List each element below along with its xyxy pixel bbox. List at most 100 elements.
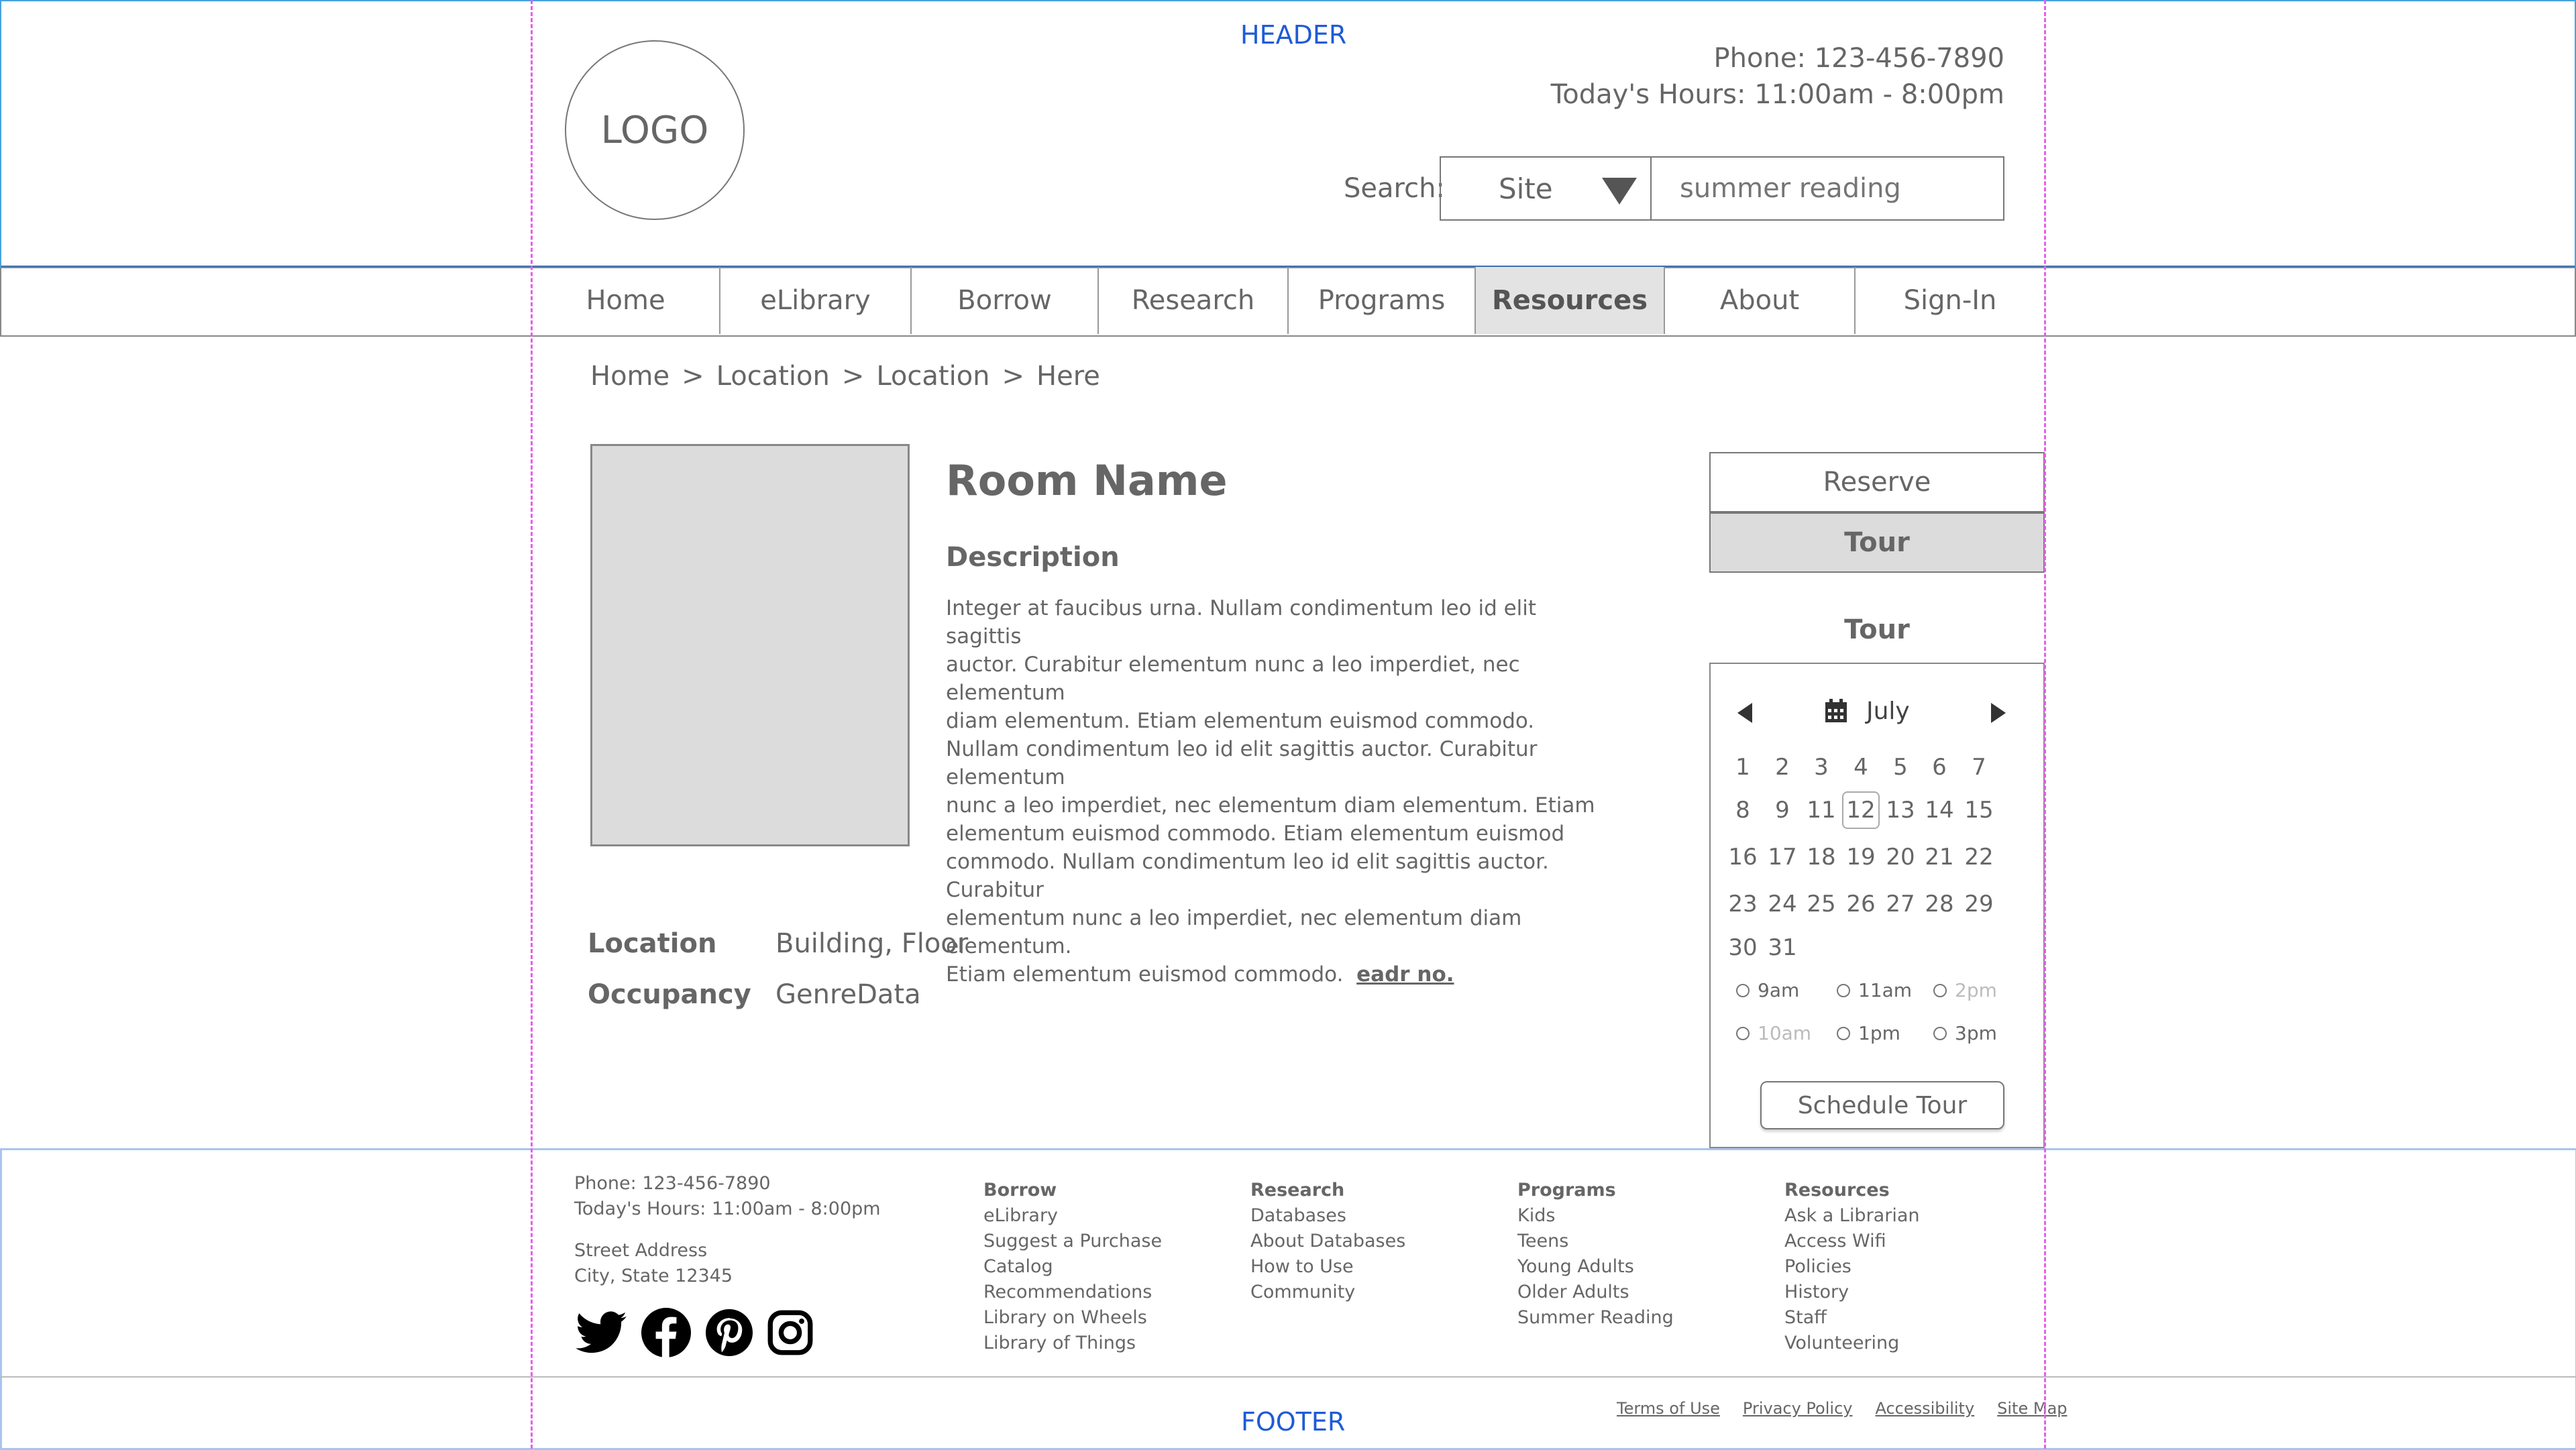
terms-of-use-link[interactable]: Terms of Use (1617, 1399, 1720, 1418)
tour-button[interactable]: Tour (1709, 512, 2045, 573)
calendar-day[interactable]: 17 (1764, 838, 1801, 876)
footer-link[interactable]: eLibrary (983, 1203, 1162, 1229)
logo[interactable]: LOGO (565, 40, 745, 220)
calendar-day[interactable]: 25 (1803, 885, 1840, 923)
calendar-day[interactable]: 5 (1882, 748, 1919, 786)
calendar-day[interactable]: 26 (1842, 885, 1880, 923)
calendar-day-selected[interactable]: 12 (1842, 791, 1880, 829)
footer-link[interactable]: Access Wifi (1784, 1229, 1919, 1254)
nav-item-borrow[interactable]: Borrow (912, 267, 1099, 334)
radio-button[interactable] (1736, 983, 1750, 997)
footer-link[interactable]: Kids (1517, 1203, 1674, 1229)
calendar-day[interactable]: 9 (1764, 791, 1801, 829)
accessibility-link[interactable]: Accessibility (1875, 1399, 1974, 1418)
next-month-icon[interactable] (1991, 703, 2006, 723)
footer-link[interactable]: How to Use (1250, 1254, 1405, 1280)
calendar-day[interactable]: 24 (1764, 885, 1801, 923)
search-scope-select[interactable]: Site (1440, 156, 1652, 221)
prev-month-icon[interactable] (1737, 703, 1752, 723)
calendar-day[interactable]: 28 (1921, 885, 1958, 923)
footer-link[interactable]: Suggest a Purchase (983, 1229, 1162, 1254)
nav-item-about[interactable]: About (1665, 267, 1856, 334)
breadcrumb-item[interactable]: Location (716, 361, 830, 392)
read-more-link[interactable]: eadr no. (1356, 962, 1454, 987)
footer-link[interactable]: Databases (1250, 1203, 1405, 1229)
breadcrumb-item[interactable]: Home (590, 361, 669, 392)
nav-item-home[interactable]: Home (532, 267, 720, 334)
footer-link[interactable]: Recommendations (983, 1280, 1162, 1305)
calendar-day[interactable]: 4 (1842, 748, 1880, 786)
calendar-day[interactable]: 1 (1724, 748, 1762, 786)
footer-link[interactable]: Volunteering (1784, 1331, 1919, 1356)
calendar-day[interactable]: 15 (1960, 791, 1998, 829)
calendar-day[interactable]: 20 (1882, 838, 1919, 876)
calendar-day[interactable]: 13 (1882, 791, 1919, 829)
calendar-day[interactable]: 29 (1960, 885, 1998, 923)
footer-hours: Today's Hours: 11:00am - 8:00pm (574, 1198, 881, 1219)
calendar-day[interactable]: 14 (1921, 791, 1958, 829)
calendar-day[interactable]: 11 (1803, 791, 1840, 829)
time-slot-label: 9am (1758, 979, 1800, 1001)
twitter-icon[interactable] (576, 1311, 627, 1357)
legal-links: Terms of Use Privacy Policy Accessibilit… (1617, 1399, 2068, 1418)
footer-link[interactable]: Community (1250, 1280, 1405, 1305)
footer-phone: Phone: 123-456-7890 (574, 1173, 771, 1194)
calendar-day[interactable]: 16 (1724, 838, 1762, 876)
calendar-day[interactable]: 23 (1724, 885, 1762, 923)
privacy-policy-link[interactable]: Privacy Policy (1743, 1399, 1853, 1418)
time-slot-3pm[interactable]: 3pm (1933, 1022, 1997, 1044)
schedule-tour-button[interactable]: Schedule Tour (1760, 1081, 2004, 1129)
header-hours: Today's Hours: 11:00am - 8:00pm (1550, 79, 2004, 110)
calendar-day[interactable]: 21 (1921, 838, 1958, 876)
pinterest-icon[interactable] (706, 1309, 753, 1359)
nav-item-programs[interactable]: Programs (1289, 267, 1476, 334)
nav-item-research[interactable]: Research (1099, 267, 1289, 334)
footer-link[interactable]: Staff (1784, 1305, 1919, 1331)
footer-column-resources: Resources Ask a Librarian Access Wifi Po… (1784, 1178, 1919, 1356)
nav-item-elibrary[interactable]: eLibrary (720, 267, 912, 334)
time-slot-11am[interactable]: 11am (1837, 979, 1912, 1001)
radio-button[interactable] (1933, 1026, 1947, 1040)
footer-link[interactable]: About Databases (1250, 1229, 1405, 1254)
footer-link[interactable]: History (1784, 1280, 1919, 1305)
calendar-day[interactable]: 18 (1803, 838, 1840, 876)
calendar-day[interactable]: 22 (1960, 838, 1998, 876)
site-map-link[interactable]: Site Map (1997, 1399, 2067, 1418)
footer-link[interactable]: Older Adults (1517, 1280, 1674, 1305)
calendar-day[interactable]: 6 (1921, 748, 1958, 786)
footer-link[interactable]: Library on Wheels (983, 1305, 1162, 1331)
footer-link[interactable]: Catalog (983, 1254, 1162, 1280)
footer-link[interactable]: Teens (1517, 1229, 1674, 1254)
location-value: Building, Floor (775, 928, 969, 959)
calendar-day[interactable]: 19 (1842, 838, 1880, 876)
footer-link[interactable]: Policies (1784, 1254, 1919, 1280)
footer-link[interactable]: Library of Things (983, 1331, 1162, 1356)
calendar-day[interactable]: 7 (1960, 748, 1998, 786)
reserve-button[interactable]: Reserve (1709, 452, 2045, 512)
footer-link[interactable]: Summer Reading (1517, 1305, 1674, 1331)
calendar-day[interactable]: 2 (1764, 748, 1801, 786)
footer-column-heading: Resources (1784, 1180, 1890, 1201)
time-slot-9am[interactable]: 9am (1736, 979, 1799, 1001)
calendar-day[interactable]: 8 (1724, 791, 1762, 829)
calendar-day[interactable]: 30 (1724, 929, 1762, 966)
calendar-day[interactable]: 3 (1803, 748, 1840, 786)
time-slot-10am: 10am (1736, 1022, 1811, 1044)
calendar-day[interactable]: 31 (1764, 929, 1801, 966)
breadcrumb-item[interactable]: Location (876, 361, 989, 392)
radio-button[interactable] (1837, 983, 1850, 997)
description-line: Etiam elementum euismod commodo. (946, 962, 1344, 987)
calendar-day[interactable]: 27 (1882, 885, 1919, 923)
radio-button[interactable] (1837, 1026, 1850, 1040)
nav-item-sign-in[interactable]: Sign-In (1856, 267, 2045, 334)
time-slot-1pm[interactable]: 1pm (1837, 1022, 1900, 1044)
footer-link[interactable]: Ask a Librarian (1784, 1203, 1919, 1229)
facebook-icon[interactable] (641, 1308, 691, 1360)
radio-button (1736, 1026, 1750, 1040)
footer-street: Street Address (574, 1240, 708, 1261)
search-input[interactable] (1652, 156, 2004, 221)
nav-item-resources[interactable]: Resources (1476, 267, 1665, 334)
footer-link[interactable]: Young Adults (1517, 1254, 1674, 1280)
instagram-icon[interactable] (767, 1310, 813, 1358)
footer-column-programs: Programs Kids Teens Young Adults Older A… (1517, 1178, 1674, 1331)
